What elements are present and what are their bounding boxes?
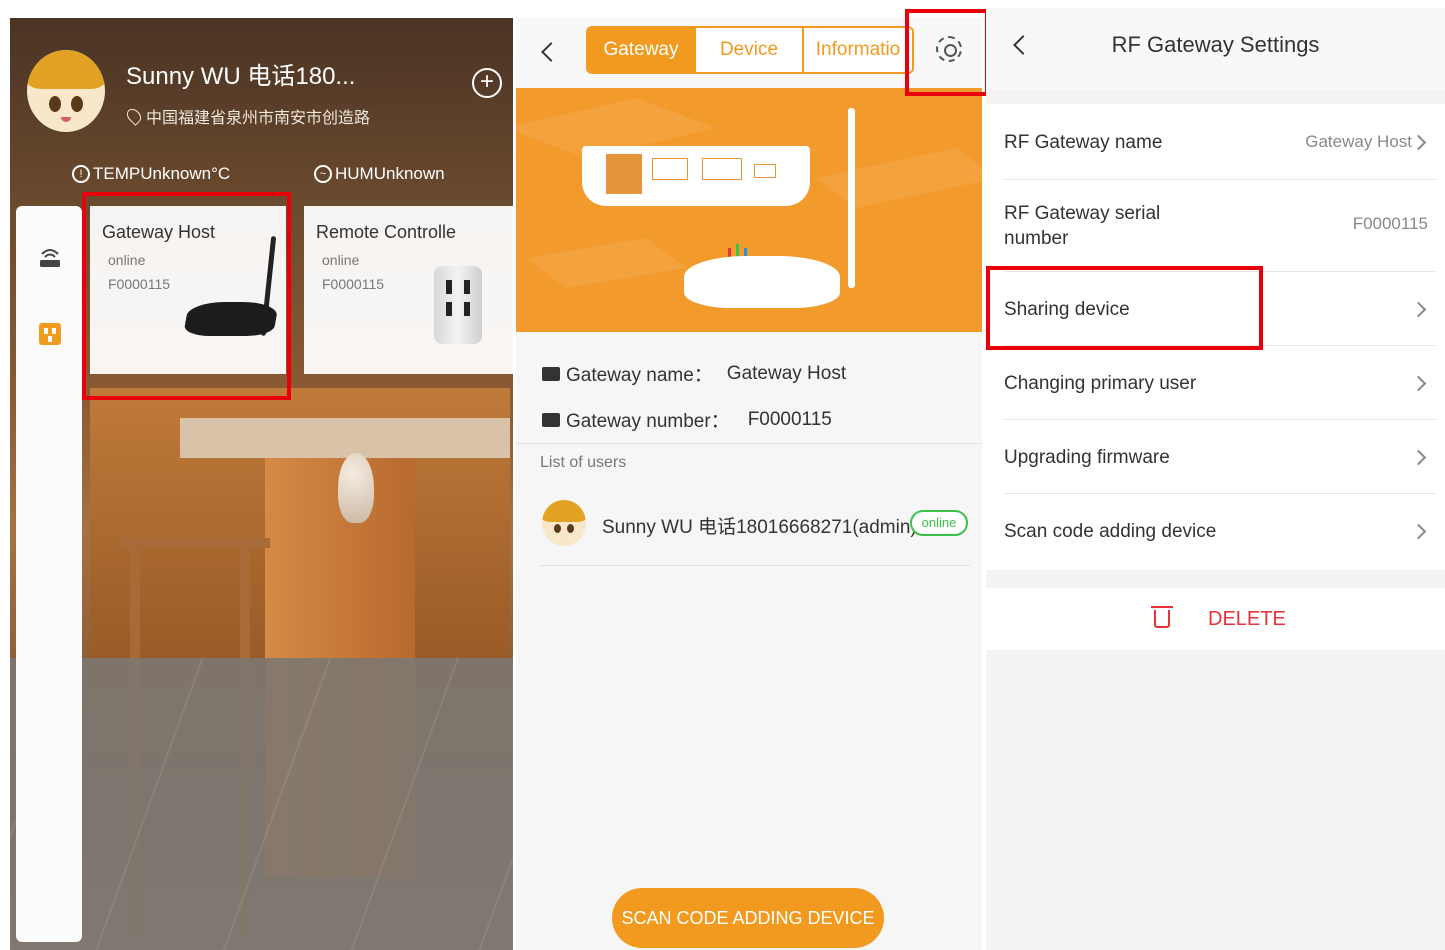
settings-row-label: RF Gateway serial number: [1004, 203, 1161, 249]
gateway-category-icon[interactable]: [36, 242, 64, 270]
tab-information[interactable]: Informatio: [804, 28, 912, 72]
device-card-remote-controller[interactable]: Remote Controlle online F0000115: [304, 206, 513, 374]
humidity-icon: ~: [314, 165, 332, 183]
background-stool: [120, 538, 270, 548]
settings-row-scan-code-adding-device[interactable]: Scan code adding device: [1004, 494, 1436, 568]
settings-row-serial-number: RF Gateway serial number F0000115: [1004, 180, 1436, 272]
address: 中国福建省泉州市南安市创造路: [124, 104, 371, 128]
device-card-name: Remote Controlle: [316, 222, 457, 242]
gateway-antenna-illustration: [848, 108, 855, 288]
device-sidebar: [16, 206, 82, 942]
settings-header: RF Gateway Settings: [986, 8, 1445, 90]
avatar: [542, 500, 586, 546]
settings-row-value: F0000115: [1352, 214, 1428, 233]
location-pin-icon: [124, 106, 144, 126]
humidity-readout: ~ HUMUnknown: [314, 164, 445, 184]
user-name: Sunny WU 电话180...: [126, 63, 356, 90]
delete-button[interactable]: DELETE: [986, 588, 1445, 650]
highlight-settings-gear: [905, 9, 989, 96]
address-text: 中国福建省泉州市南安市创造路: [146, 110, 371, 127]
settings-row-label: Changing primary user: [1004, 373, 1197, 394]
background-shell: [338, 453, 374, 523]
tab-gateway[interactable]: Gateway: [588, 28, 696, 72]
remote-category-icon[interactable]: [36, 320, 64, 348]
gateway-number-value: F0000115: [747, 408, 832, 430]
settings-row-value: Gateway Host: [1305, 132, 1412, 151]
user-list-name: Sunny WU 电话18016668271(admin): [602, 517, 917, 538]
settings-row-label: Upgrading firmware: [1004, 447, 1170, 468]
chevron-right-icon: [1410, 301, 1427, 318]
delete-label: DELETE: [1208, 608, 1286, 630]
home-panel: Sunny WU 电话180... 中国福建省泉州市南安市创造路 + ! TEM…: [10, 18, 513, 950]
gateway-back-illustration: [582, 146, 810, 206]
user-avatar[interactable]: [27, 50, 105, 132]
highlight-sharing-device: [986, 266, 1263, 350]
list-item[interactable]: Sunny WU 电话18016668271(admin) online: [540, 496, 970, 566]
divider: [516, 443, 982, 444]
gateway-banner: [516, 88, 982, 332]
scan-code-adding-device-button[interactable]: SCAN CODE ADDING DEVICE: [612, 888, 884, 948]
gateway-name-value: Gateway Host: [726, 362, 847, 384]
settings-row-label: RF Gateway name: [1004, 132, 1163, 153]
chevron-right-icon: [1410, 375, 1427, 392]
add-icon[interactable]: +: [472, 68, 502, 98]
chevron-right-icon: [1410, 523, 1427, 540]
chevron-right-icon: [1410, 449, 1427, 466]
temperature-text: TEMPUnknown°C: [93, 164, 231, 183]
gateway-name-label: Gateway name：: [566, 365, 713, 386]
id-card-icon: [542, 412, 560, 427]
background-counter: [180, 418, 510, 458]
gateway-number-label: Gateway number：: [566, 411, 730, 432]
device-card-serial: F0000115: [322, 276, 385, 292]
chevron-right-icon: [1410, 134, 1427, 151]
gateway-front-illustration: [684, 256, 840, 308]
background-floor: [10, 658, 513, 950]
settings-panel: RF Gateway Settings RF Gateway name Gate…: [986, 8, 1445, 950]
settings-row-gateway-name[interactable]: RF Gateway name Gateway Host: [1004, 104, 1436, 180]
device-card-status: online: [322, 252, 360, 268]
users-list-label: List of users: [540, 454, 627, 471]
page-title: RF Gateway Settings: [1111, 32, 1320, 57]
router-icon: [542, 366, 560, 381]
highlight-gateway-card: [82, 192, 291, 400]
temperature-readout: ! TEMPUnknown°C: [72, 164, 230, 184]
gateway-name-row: Gateway name： Gateway Host: [542, 360, 846, 387]
tab-device[interactable]: Device: [696, 28, 804, 72]
back-icon[interactable]: [541, 42, 561, 62]
remote-controller-image: [434, 266, 482, 344]
trash-icon: [1151, 606, 1173, 628]
gateway-panel: Gateway Device Informatio Gateway name： …: [516, 18, 982, 950]
settings-row-upgrading-firmware[interactable]: Upgrading firmware: [1004, 420, 1436, 494]
gateway-number-row: Gateway number： F0000115: [542, 406, 832, 433]
humidity-text: HUMUnknown: [335, 164, 445, 183]
status-badge: online: [910, 510, 968, 536]
thermometer-icon: !: [72, 165, 90, 183]
settings-row-changing-primary-user[interactable]: Changing primary user: [1004, 346, 1436, 420]
gateway-tabs: Gateway Device Informatio: [586, 26, 914, 74]
settings-row-label: Scan code adding device: [1004, 521, 1217, 542]
